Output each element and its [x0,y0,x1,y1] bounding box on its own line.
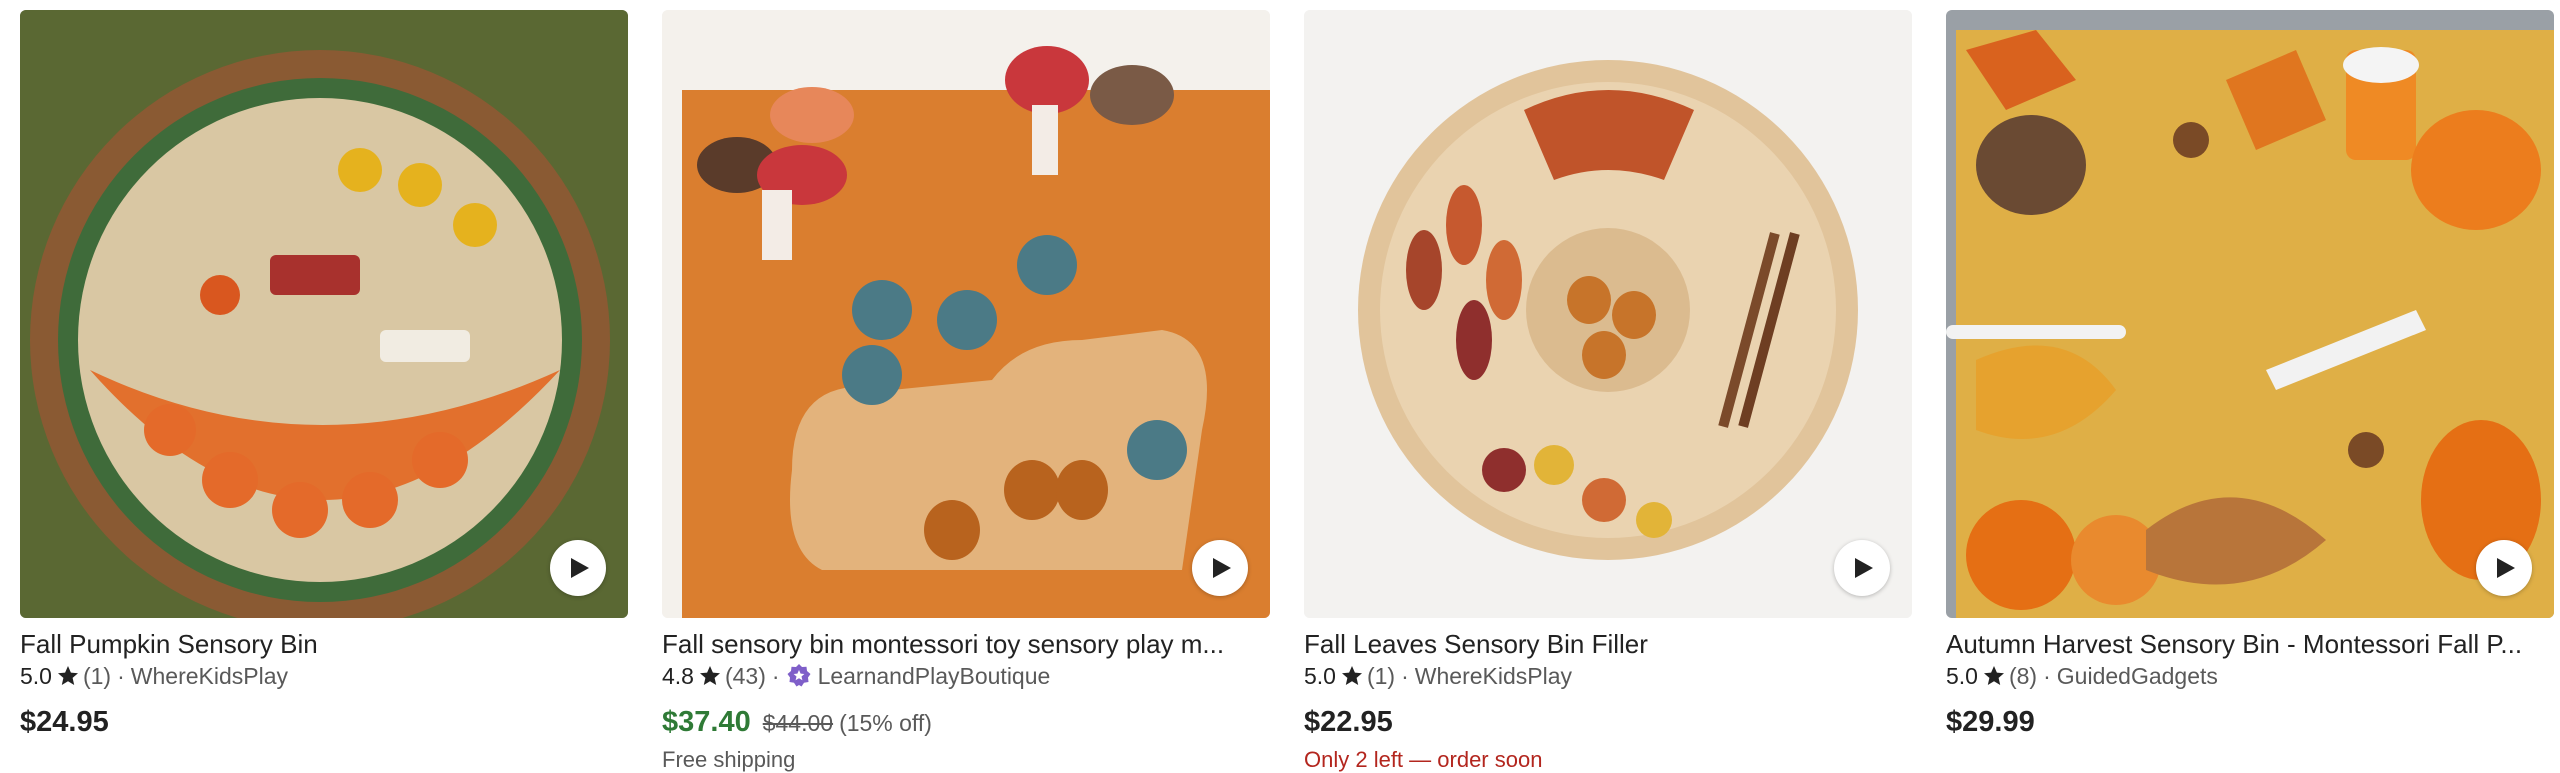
price-row: $29.99 [1946,706,2554,739]
shop-name[interactable]: GuidedGadgets [2057,660,2218,692]
review-count: (1) [1366,663,1396,689]
review-count: (1) [82,663,112,689]
price: $29.99 [1946,706,2035,738]
play-video-button[interactable] [550,540,606,596]
stock-warning: Only 2 left — order soon [1304,747,1543,772]
rating-value: 5.0 [20,663,52,689]
separator: · [117,663,125,689]
separator: · [771,663,780,689]
discount-label: (15% off) [839,710,932,736]
review-count: (8) [2008,663,2038,689]
price-row: $37.40 $44.00 (15% off) [662,706,1270,739]
listing-title[interactable]: Fall Leaves Sensory Bin Filler [1304,628,1912,660]
play-icon [1213,558,1231,578]
listing-image[interactable] [1304,10,1912,618]
product-photo [662,10,1270,618]
listing-image[interactable] [662,10,1270,618]
star-icon [57,666,78,685]
listing-title[interactable]: Fall sensory bin montessori toy sensory … [662,628,1270,660]
listing-meta: 4.8 (43) · LearnandPlayBoutique [662,660,1270,692]
product-photo [20,10,628,618]
product-photo [1946,10,2554,618]
review-count: (43) [724,663,766,689]
separator: · [2043,663,2051,689]
play-icon [1855,558,1873,578]
price: $24.95 [20,706,109,738]
listing-meta: 5.0 (8) · GuidedGadgets [1946,660,2554,692]
listing-title[interactable]: Fall Pumpkin Sensory Bin [20,628,628,660]
shipping-label: Free shipping [662,747,796,772]
listing-grid: Fall Pumpkin Sensory Bin 5.0 (1) · Where… [0,0,2560,773]
star-seller-badge-icon [787,664,811,687]
listing-card[interactable]: Fall Leaves Sensory Bin Filler 5.0 (1) ·… [1304,10,1912,773]
shop-name[interactable]: WhereKidsPlay [131,660,288,692]
price-row: $24.95 [20,706,628,739]
rating-value: 5.0 [1946,663,1978,689]
play-video-button[interactable] [1192,540,1248,596]
listing-image[interactable] [1946,10,2554,618]
listing-card[interactable]: Autumn Harvest Sensory Bin - Montessori … [1946,10,2554,773]
rating-value: 5.0 [1304,663,1336,689]
rating-value: 4.8 [662,663,694,689]
star-icon [1341,666,1362,685]
shop-name[interactable]: WhereKidsPlay [1415,660,1572,692]
original-price: $44.00 [762,710,834,736]
play-icon [2497,558,2515,578]
listing-title[interactable]: Autumn Harvest Sensory Bin - Montessori … [1946,628,2554,660]
listing-card[interactable]: Fall sensory bin montessori toy sensory … [662,10,1270,773]
play-video-button[interactable] [1834,540,1890,596]
star-icon [1983,666,2004,685]
listing-meta: 5.0 (1) · WhereKidsPlay [1304,660,1912,692]
listing-meta: 5.0 (1) · WhereKidsPlay [20,660,628,692]
play-video-button[interactable] [2476,540,2532,596]
separator: · [1401,663,1409,689]
price: $22.95 [1304,706,1393,738]
star-icon [699,666,720,685]
sale-price: $37.40 [662,706,751,738]
product-photo [1304,10,1912,618]
play-icon [571,558,589,578]
price-row: $22.95 [1304,706,1912,739]
listing-image[interactable] [20,10,628,618]
listing-card[interactable]: Fall Pumpkin Sensory Bin 5.0 (1) · Where… [20,10,628,773]
shop-name[interactable]: LearnandPlayBoutique [818,660,1051,692]
